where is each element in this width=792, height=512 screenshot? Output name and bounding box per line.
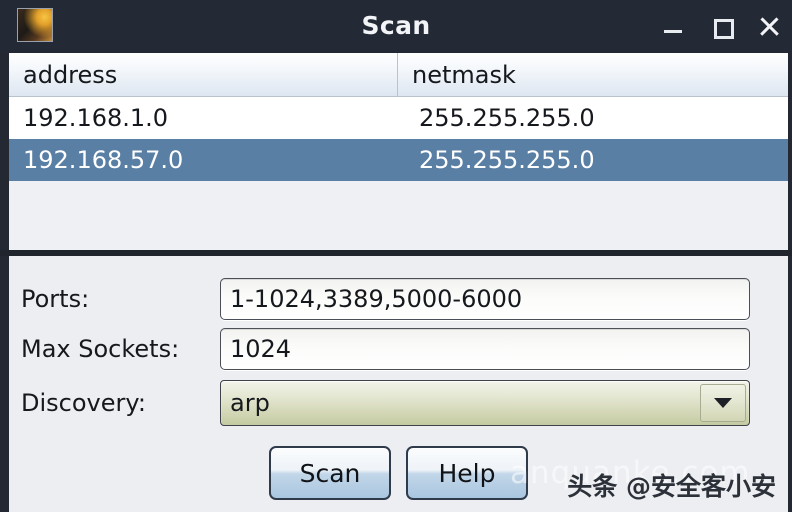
close-button[interactable] (758, 15, 780, 37)
max-sockets-label: Max Sockets: (21, 335, 180, 363)
cell-netmask: 255.255.255.0 (419, 146, 595, 174)
ports-label: Ports: (21, 285, 90, 313)
cell-netmask: 255.255.255.0 (419, 104, 595, 132)
table-row-selected[interactable]: 192.168.57.0 255.255.255.0 (9, 139, 788, 181)
scan-options-panel: Ports: 1-1024,3389,5000-6000 Max Sockets… (9, 256, 788, 512)
chevron-down-glyph (714, 398, 732, 408)
chevron-down-icon[interactable] (700, 384, 746, 422)
discovery-row: Discovery: arp (9, 380, 788, 426)
action-buttons: Scan Help (9, 446, 788, 500)
scan-window: Scan address netmask 192.168.1.0 255.255… (0, 0, 792, 512)
cell-address: 192.168.1.0 (23, 104, 169, 132)
table-empty-space (9, 181, 788, 251)
discovery-select[interactable]: arp (220, 380, 750, 426)
table-row[interactable]: 192.168.1.0 255.255.255.0 (9, 97, 788, 139)
discovery-selected-value: arp (230, 389, 270, 417)
help-button[interactable]: Help (406, 446, 528, 500)
discovery-label: Discovery: (21, 389, 146, 417)
window-frame-right (788, 52, 792, 512)
ports-row: Ports: 1-1024,3389,5000-6000 (9, 278, 788, 320)
scan-button[interactable]: Scan (269, 446, 391, 500)
max-sockets-input[interactable]: 1024 (220, 328, 750, 370)
app-photo-icon (17, 8, 53, 42)
network-table: address netmask 192.168.1.0 255.255.255.… (9, 53, 788, 252)
ports-input[interactable]: 1-1024,3389,5000-6000 (220, 278, 750, 320)
column-header-address[interactable]: address (9, 53, 398, 96)
window-controls (662, 0, 780, 52)
minimize-button[interactable] (662, 15, 684, 37)
table-header-row: address netmask (9, 53, 788, 97)
cell-address: 192.168.57.0 (23, 146, 184, 174)
titlebar: Scan (0, 0, 792, 52)
window-frame-left (0, 52, 9, 512)
max-sockets-row: Max Sockets: 1024 (9, 328, 788, 370)
column-header-netmask[interactable]: netmask (398, 53, 788, 96)
maximize-button[interactable] (710, 15, 734, 39)
